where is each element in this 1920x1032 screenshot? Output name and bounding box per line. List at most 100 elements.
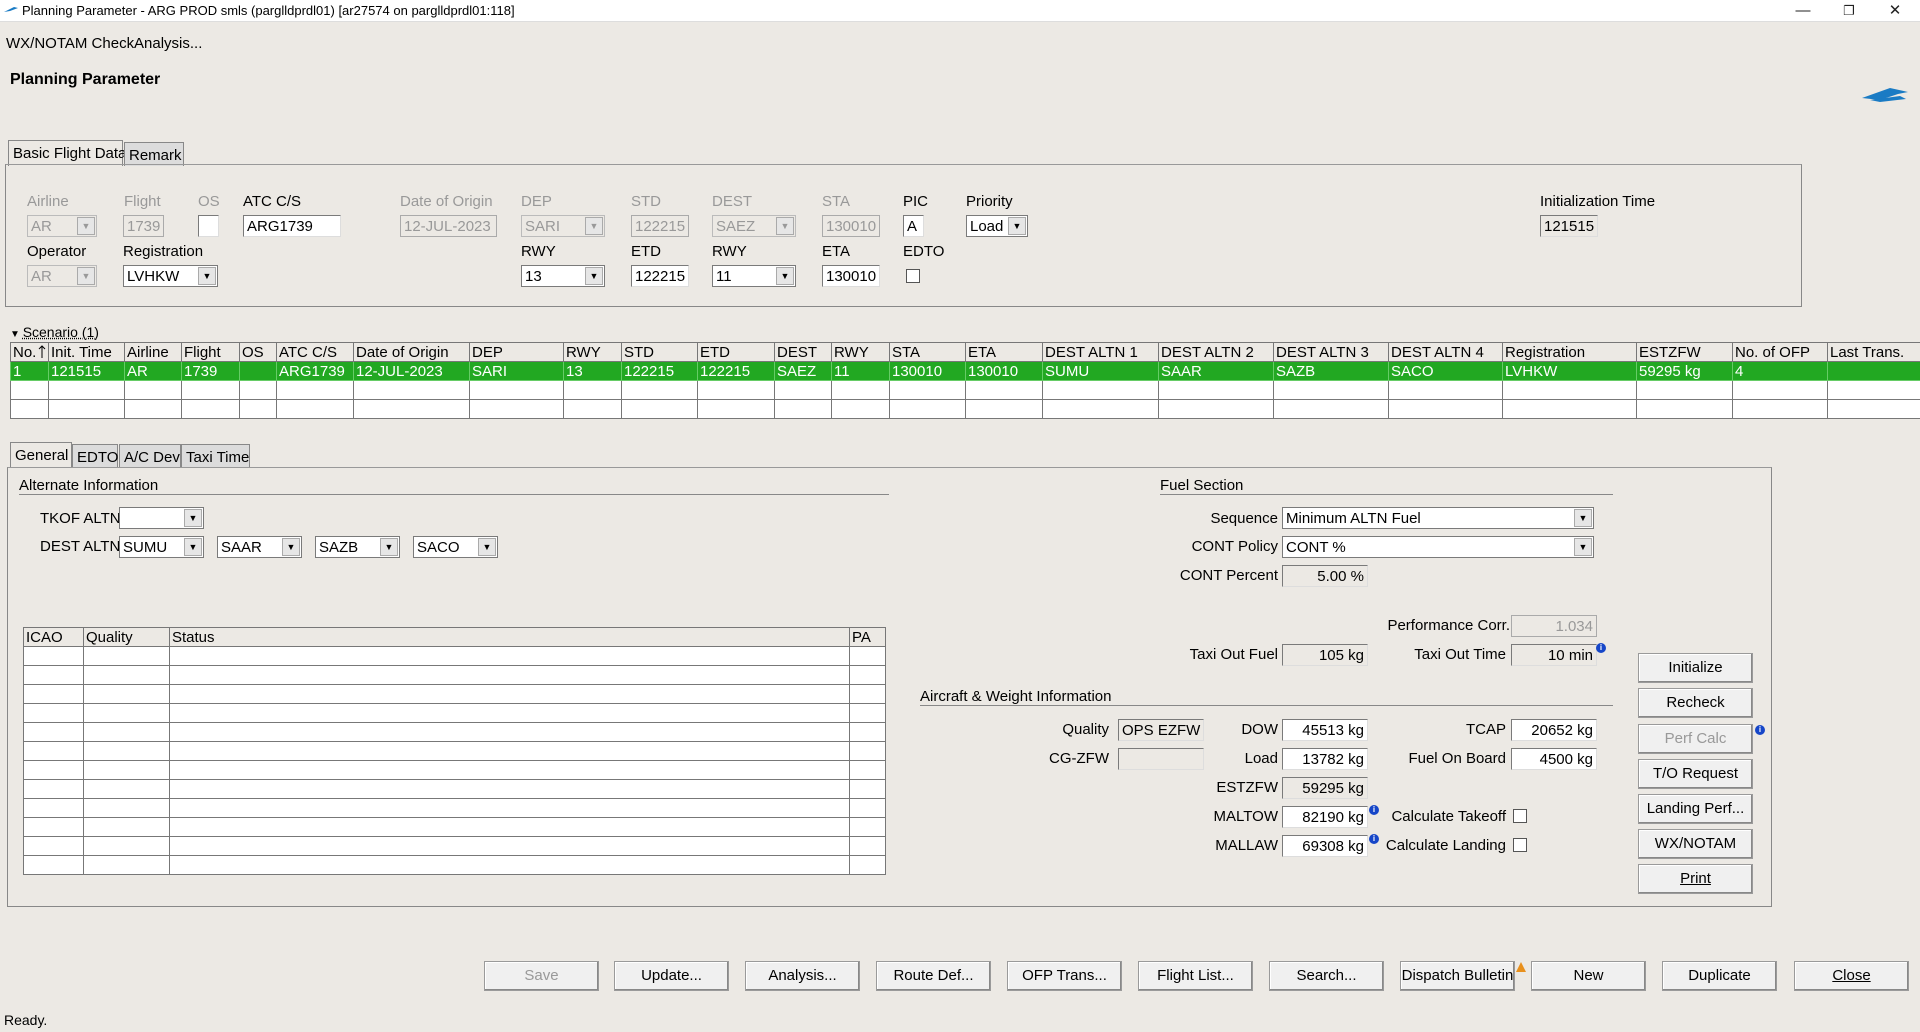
- flight-list-button[interactable]: Flight List...: [1138, 961, 1253, 991]
- perf-calc-button[interactable]: Perf Calc: [1638, 724, 1753, 754]
- empty-row[interactable]: [24, 723, 886, 742]
- tab-taxi-time[interactable]: Taxi Time: [181, 444, 250, 468]
- restore-button[interactable]: ❐: [1826, 0, 1872, 22]
- column-header[interactable]: DEST ALTN 1: [1043, 343, 1159, 362]
- empty-row[interactable]: [24, 704, 886, 723]
- mallaw-field[interactable]: 69308 kg: [1282, 835, 1368, 857]
- maltow-field[interactable]: 82190 kg: [1282, 806, 1368, 828]
- calculate-landing-checkbox[interactable]: [1513, 838, 1527, 852]
- empty-row[interactable]: [24, 837, 886, 856]
- etd-field[interactable]: 122215: [631, 265, 689, 287]
- column-header[interactable]: Flight: [182, 343, 240, 362]
- priority-combo[interactable]: Load ▼: [966, 215, 1028, 237]
- column-header[interactable]: ETA: [966, 343, 1043, 362]
- ofp-trans-button[interactable]: OFP Trans...: [1007, 961, 1122, 991]
- registration-combo[interactable]: LVHKW ▼: [123, 265, 218, 287]
- search-button[interactable]: Search...: [1269, 961, 1384, 991]
- to-request-button[interactable]: T/O Request: [1638, 759, 1753, 789]
- rwy-dest-combo[interactable]: 11 ▼: [712, 265, 796, 287]
- column-header[interactable]: PA: [850, 628, 886, 647]
- column-header[interactable]: DEP: [470, 343, 564, 362]
- wx-notam-button[interactable]: WX/NOTAM: [1638, 829, 1753, 859]
- recheck-button[interactable]: Recheck: [1638, 688, 1753, 718]
- column-header[interactable]: RWY: [564, 343, 622, 362]
- initialize-button[interactable]: Initialize: [1638, 653, 1753, 683]
- load-field[interactable]: 13782 kg: [1282, 748, 1368, 770]
- menu-analysis[interactable]: Analysis...: [134, 35, 202, 52]
- close-button[interactable]: Close: [1794, 961, 1909, 991]
- column-header[interactable]: RWY: [832, 343, 890, 362]
- empty-row[interactable]: [11, 381, 1920, 400]
- duplicate-button[interactable]: Duplicate: [1662, 961, 1777, 991]
- dest-altn-4-combo[interactable]: SACO ▼: [413, 536, 498, 558]
- empty-row[interactable]: [24, 761, 886, 780]
- tkof-altn-combo[interactable]: ▼: [119, 507, 204, 529]
- tab-remark[interactable]: Remark: [124, 142, 184, 166]
- column-header[interactable]: ATC C/S: [277, 343, 354, 362]
- empty-row[interactable]: [24, 647, 886, 666]
- tab-basic-flight-data[interactable]: Basic Flight Data: [8, 140, 123, 166]
- column-header[interactable]: Quality: [84, 628, 170, 647]
- save-button[interactable]: Save: [484, 961, 599, 991]
- atc-cs-field[interactable]: ARG1739: [243, 215, 341, 237]
- sequence-combo[interactable]: Minimum ALTN Fuel ▼: [1282, 507, 1594, 529]
- column-header[interactable]: ICAO: [24, 628, 84, 647]
- empty-row[interactable]: [24, 742, 886, 761]
- tab-edto[interactable]: EDTO: [72, 444, 118, 468]
- fuel-on-board-field[interactable]: 4500 kg: [1511, 748, 1597, 770]
- empty-row[interactable]: [24, 799, 886, 818]
- menu-wx-notam[interactable]: WX/NOTAM Check: [6, 35, 134, 52]
- info-icon[interactable]: i: [1755, 725, 1765, 735]
- column-header[interactable]: Airline: [125, 343, 182, 362]
- landing-perf-button[interactable]: Landing Perf...: [1638, 794, 1753, 824]
- collapse-icon[interactable]: ▼: [10, 329, 23, 340]
- column-header[interactable]: DEST: [775, 343, 832, 362]
- empty-row[interactable]: [24, 685, 886, 704]
- close-window-button[interactable]: ✕: [1872, 0, 1918, 22]
- pic-field[interactable]: A: [903, 215, 924, 237]
- os-field[interactable]: [198, 215, 219, 237]
- new-button[interactable]: New: [1531, 961, 1646, 991]
- edto-checkbox[interactable]: [906, 269, 920, 283]
- minimize-button[interactable]: —: [1780, 0, 1826, 22]
- column-header[interactable]: DEST ALTN 3: [1274, 343, 1389, 362]
- empty-row[interactable]: [24, 818, 886, 837]
- dest-altn-3-combo[interactable]: SAZB ▼: [315, 536, 400, 558]
- column-header[interactable]: Init. Time: [49, 343, 125, 362]
- info-icon[interactable]: i: [1596, 643, 1606, 653]
- column-header[interactable]: ESTZFW: [1637, 343, 1733, 362]
- scenario-row[interactable]: 1 121515 AR 1739 ARG1739 12-JUL-2023 SARI 13 122…: [11, 362, 1920, 381]
- empty-row[interactable]: [24, 780, 886, 799]
- taxi-out-time-field[interactable]: 10 min: [1511, 644, 1597, 666]
- eta-field[interactable]: 130010: [822, 265, 880, 287]
- cont-percent-field[interactable]: 5.00 %: [1282, 565, 1368, 587]
- column-header[interactable]: DEST ALTN 4: [1389, 343, 1503, 362]
- route-def-button[interactable]: Route Def...: [876, 961, 991, 991]
- analysis-button[interactable]: Analysis...: [745, 961, 860, 991]
- column-header[interactable]: STD: [622, 343, 698, 362]
- dow-field[interactable]: 45513 kg: [1282, 719, 1368, 741]
- calculate-takeoff-checkbox[interactable]: [1513, 809, 1527, 823]
- print-button[interactable]: Print: [1638, 864, 1753, 894]
- column-header[interactable]: Registration: [1503, 343, 1637, 362]
- tcap-field[interactable]: 20652 kg: [1511, 719, 1597, 741]
- column-header[interactable]: Last Trans.: [1828, 343, 1920, 362]
- rwy-dep-combo[interactable]: 13 ▼: [521, 265, 605, 287]
- scenario-header[interactable]: ▼ Scenario (1): [10, 324, 99, 340]
- column-header[interactable]: STA: [890, 343, 966, 362]
- dest-altn-1-combo[interactable]: SUMU ▼: [119, 536, 204, 558]
- column-header[interactable]: OS: [240, 343, 277, 362]
- tab-ac-dev[interactable]: A/C Dev: [119, 444, 181, 468]
- taxi-out-fuel-field[interactable]: 105 kg: [1282, 644, 1368, 666]
- empty-row[interactable]: [24, 666, 886, 685]
- column-header[interactable]: ETD: [698, 343, 775, 362]
- cont-policy-combo[interactable]: CONT % ▼: [1282, 536, 1594, 558]
- column-header[interactable]: Status: [170, 628, 850, 647]
- column-header[interactable]: Date of Origin: [354, 343, 470, 362]
- dispatch-bulletin-button[interactable]: Dispatch Bulletin: [1400, 961, 1515, 991]
- update-button[interactable]: Update...: [614, 961, 729, 991]
- tab-general[interactable]: General: [10, 442, 72, 468]
- empty-row[interactable]: [11, 400, 1920, 419]
- column-header[interactable]: No. of OFP: [1733, 343, 1828, 362]
- empty-row[interactable]: [24, 856, 886, 875]
